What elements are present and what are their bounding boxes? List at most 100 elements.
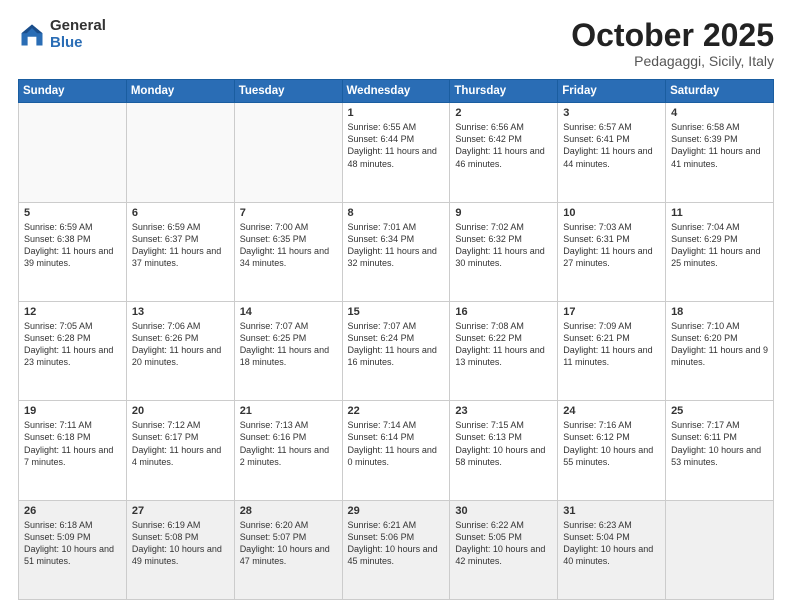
header-wednesday: Wednesday (342, 80, 450, 103)
day-number: 13 (132, 306, 229, 318)
day-info: Sunrise: 7:13 AM Sunset: 6:16 PM Dayligh… (240, 419, 337, 468)
calendar-cell: 19Sunrise: 7:11 AM Sunset: 6:18 PM Dayli… (19, 401, 127, 500)
calendar-cell: 4 Sunrise: 6:58 AM Sunset: 6:39 PM Daylig… (666, 103, 774, 202)
calendar-cell: 10 Sunrise: 7:03 AM Sunset: 6:31 PM Dayli… (558, 202, 666, 301)
day-number: 2 (455, 107, 552, 119)
day-number: 16 (455, 306, 552, 318)
location: Pedagaggi, Sicily, Italy (571, 53, 774, 69)
day-info: Sunrise: 7:12 AM Sunset: 6:17 PM Dayligh… (132, 419, 229, 468)
day-number: 7 (240, 207, 337, 219)
page: General Blue October 2025 Pedagaggi, Sic… (0, 0, 792, 612)
calendar-week-row: 26 Sunrise: 6:18 AM Sunset: 5:09 PM Dayli… (19, 500, 774, 599)
logo-blue-text: Blue (50, 34, 83, 51)
day-number: 29 (348, 505, 445, 517)
logo: General Blue (18, 18, 106, 51)
day-number: 24 (563, 405, 660, 417)
calendar-cell: 31Sunrise: 6:23 AM Sunset: 5:04 PM Dayli… (558, 500, 666, 599)
header-saturday: Saturday (666, 80, 774, 103)
header-monday: Monday (126, 80, 234, 103)
day-number: 20 (132, 405, 229, 417)
calendar-cell (19, 103, 127, 202)
calendar-cell: 21 Sunrise: 7:13 AM Sunset: 6:16 PM Dayli… (234, 401, 342, 500)
day-number: 10 (563, 207, 660, 219)
month-title: October 2025 (571, 18, 774, 53)
day-number: 3 (563, 107, 660, 119)
calendar-week-row: 12Sunrise: 7:05 AM Sunset: 6:28 PM Dayli… (19, 301, 774, 400)
day-info: Sunrise: 7:01 AM Sunset: 6:34 PM Dayligh… (348, 221, 445, 270)
calendar-cell: 25 Sunrise: 7:17 AM Sunset: 6:11 PM Dayli… (666, 401, 774, 500)
calendar-cell: 8 Sunrise: 7:01 AM Sunset: 6:34 PM Daylig… (342, 202, 450, 301)
day-number: 11 (671, 207, 768, 219)
header-tuesday: Tuesday (234, 80, 342, 103)
day-info: Sunrise: 7:16 AM Sunset: 6:12 PM Dayligh… (563, 419, 660, 468)
day-info: Sunrise: 7:05 AM Sunset: 6:28 PM Dayligh… (24, 320, 121, 369)
header-sunday: Sunday (19, 80, 127, 103)
weekday-header-row: Sunday Monday Tuesday Wednesday Thursday… (19, 80, 774, 103)
calendar-cell: 6 Sunrise: 6:59 AM Sunset: 6:37 PM Daylig… (126, 202, 234, 301)
day-info: Sunrise: 7:10 AM Sunset: 6:20 PM Dayligh… (671, 320, 768, 369)
day-info: Sunrise: 6:59 AM Sunset: 6:37 PM Dayligh… (132, 221, 229, 270)
calendar-cell: 18 Sunrise: 7:10 AM Sunset: 6:20 PM Dayli… (666, 301, 774, 400)
day-info: Sunrise: 7:09 AM Sunset: 6:21 PM Dayligh… (563, 320, 660, 369)
calendar-cell (126, 103, 234, 202)
day-info: Sunrise: 6:58 AM Sunset: 6:39 PM Dayligh… (671, 121, 768, 170)
calendar-cell: 9 Sunrise: 7:02 AM Sunset: 6:32 PM Daylig… (450, 202, 558, 301)
calendar-cell: 29 Sunrise: 6:21 AM Sunset: 5:06 PM Dayli… (342, 500, 450, 599)
day-number: 15 (348, 306, 445, 318)
day-info: Sunrise: 6:21 AM Sunset: 5:06 PM Dayligh… (348, 519, 445, 568)
day-info: Sunrise: 7:04 AM Sunset: 6:29 PM Dayligh… (671, 221, 768, 270)
day-info: Sunrise: 7:15 AM Sunset: 6:13 PM Dayligh… (455, 419, 552, 468)
logo-general-text: General (50, 17, 106, 34)
calendar-cell: 17 Sunrise: 7:09 AM Sunset: 6:21 PM Dayli… (558, 301, 666, 400)
day-number: 21 (240, 405, 337, 417)
calendar-week-row: 5 Sunrise: 6:59 AM Sunset: 6:38 PM Daylig… (19, 202, 774, 301)
day-number: 28 (240, 505, 337, 517)
day-number: 23 (455, 405, 552, 417)
calendar-cell: 12Sunrise: 7:05 AM Sunset: 6:28 PM Dayli… (19, 301, 127, 400)
day-info: Sunrise: 7:17 AM Sunset: 6:11 PM Dayligh… (671, 419, 768, 468)
calendar-cell (234, 103, 342, 202)
day-number: 30 (455, 505, 552, 517)
day-info: Sunrise: 7:07 AM Sunset: 6:24 PM Dayligh… (348, 320, 445, 369)
day-info: Sunrise: 6:57 AM Sunset: 6:41 PM Dayligh… (563, 121, 660, 170)
day-number: 26 (24, 505, 121, 517)
day-number: 18 (671, 306, 768, 318)
calendar: Sunday Monday Tuesday Wednesday Thursday… (18, 79, 774, 600)
calendar-cell: 24 Sunrise: 7:16 AM Sunset: 6:12 PM Dayli… (558, 401, 666, 500)
day-number: 6 (132, 207, 229, 219)
day-number: 9 (455, 207, 552, 219)
calendar-week-row: 19Sunrise: 7:11 AM Sunset: 6:18 PM Dayli… (19, 401, 774, 500)
day-info: Sunrise: 7:06 AM Sunset: 6:26 PM Dayligh… (132, 320, 229, 369)
day-info: Sunrise: 7:08 AM Sunset: 6:22 PM Dayligh… (455, 320, 552, 369)
day-number: 25 (671, 405, 768, 417)
day-number: 4 (671, 107, 768, 119)
calendar-cell: 26 Sunrise: 6:18 AM Sunset: 5:09 PM Dayli… (19, 500, 127, 599)
header-thursday: Thursday (450, 80, 558, 103)
day-info: Sunrise: 7:14 AM Sunset: 6:14 PM Dayligh… (348, 419, 445, 468)
calendar-cell: 3 Sunrise: 6:57 AM Sunset: 6:41 PM Daylig… (558, 103, 666, 202)
day-number: 8 (348, 207, 445, 219)
header: General Blue October 2025 Pedagaggi, Sic… (18, 18, 774, 69)
calendar-cell: 5 Sunrise: 6:59 AM Sunset: 6:38 PM Daylig… (19, 202, 127, 301)
calendar-cell: 30 Sunrise: 6:22 AM Sunset: 5:05 PM Dayli… (450, 500, 558, 599)
day-number: 31 (563, 505, 660, 517)
day-info: Sunrise: 6:59 AM Sunset: 6:38 PM Dayligh… (24, 221, 121, 270)
day-number: 5 (24, 207, 121, 219)
calendar-cell: 20 Sunrise: 7:12 AM Sunset: 6:17 PM Dayli… (126, 401, 234, 500)
day-info: Sunrise: 7:03 AM Sunset: 6:31 PM Dayligh… (563, 221, 660, 270)
day-info: Sunrise: 6:22 AM Sunset: 5:05 PM Dayligh… (455, 519, 552, 568)
day-info: Sunrise: 7:00 AM Sunset: 6:35 PM Dayligh… (240, 221, 337, 270)
calendar-cell: 11 Sunrise: 7:04 AM Sunset: 6:29 PM Dayli… (666, 202, 774, 301)
calendar-cell: 7 Sunrise: 7:00 AM Sunset: 6:35 PM Daylig… (234, 202, 342, 301)
day-number: 22 (348, 405, 445, 417)
logo-text: General Blue (50, 18, 106, 51)
day-number: 17 (563, 306, 660, 318)
day-info: Sunrise: 7:02 AM Sunset: 6:32 PM Dayligh… (455, 221, 552, 270)
day-info: Sunrise: 7:11 AM Sunset: 6:18 PM Dayligh… (24, 419, 121, 468)
day-number: 14 (240, 306, 337, 318)
day-info: Sunrise: 6:18 AM Sunset: 5:09 PM Dayligh… (24, 519, 121, 568)
day-info: Sunrise: 6:56 AM Sunset: 6:42 PM Dayligh… (455, 121, 552, 170)
day-info: Sunrise: 6:55 AM Sunset: 6:44 PM Dayligh… (348, 121, 445, 170)
day-number: 1 (348, 107, 445, 119)
calendar-cell: 15 Sunrise: 7:07 AM Sunset: 6:24 PM Dayli… (342, 301, 450, 400)
